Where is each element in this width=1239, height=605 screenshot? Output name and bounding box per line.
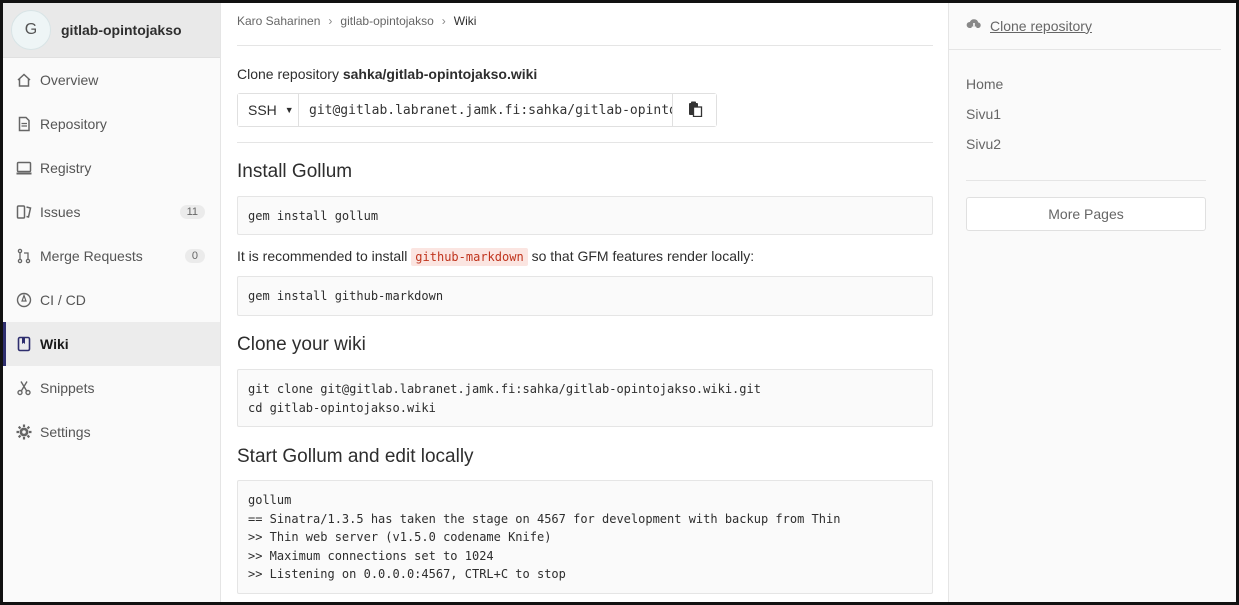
clone-wiki-code: git clone git@gitlab.labranet.jamk.fi:sa…: [237, 369, 933, 427]
caret-down-icon: ▼: [284, 105, 294, 115]
wiki-page-link-sivu1[interactable]: Sivu1: [966, 106, 1001, 122]
install-gollum-code: gem install gollum: [237, 196, 933, 235]
gear-icon: [16, 424, 32, 440]
clipboard-icon: [687, 101, 703, 120]
chevron-right-icon: ›: [441, 14, 446, 28]
project-sidebar: G gitlab-opintojakso Overview Repository: [3, 3, 221, 602]
sidebar-item-label: Registry: [40, 160, 92, 176]
wiki-page-link-home[interactable]: Home: [966, 76, 1003, 92]
sidebar-item-registry[interactable]: Registry: [3, 146, 220, 190]
copy-url-button[interactable]: [672, 94, 716, 126]
sidebar-item-label: Overview: [40, 72, 99, 88]
home-icon: [16, 72, 32, 88]
sidebar-item-merge-requests[interactable]: Merge Requests 0: [3, 234, 220, 278]
wiki-sidebar: Clone repository Home Sivu1 Sivu2 More P…: [948, 3, 1236, 602]
merge-icon: [16, 248, 32, 264]
recommend-prefix: It is recommended to install: [237, 248, 408, 264]
project-avatar: G: [11, 10, 51, 50]
doc-icon: [16, 116, 32, 132]
github-markdown-code: github-markdown: [411, 248, 528, 266]
breadcrumb-project[interactable]: gitlab-opintojakso: [340, 14, 433, 28]
chevron-right-icon: ›: [328, 14, 333, 28]
sidebar-item-wiki[interactable]: Wiki: [3, 322, 220, 366]
clone-repo-name: sahka/gitlab-opintojakso.wiki: [342, 66, 538, 82]
project-header[interactable]: G gitlab-opintojakso: [3, 3, 220, 58]
rocket-icon: [16, 292, 32, 308]
sidebar-item-ci-cd[interactable]: CI / CD: [3, 278, 220, 322]
sidebar-item-snippets[interactable]: Snippets: [3, 366, 220, 410]
divider: [949, 49, 1221, 50]
clone-repository-title: Clone repository sahka/gitlab-opintojaks…: [237, 66, 537, 82]
project-name: gitlab-opintojakso: [61, 22, 182, 38]
recommend-paragraph: It is recommended to install github-mark…: [237, 248, 755, 266]
sidebar-item-label: CI / CD: [40, 292, 86, 308]
start-gollum-heading: Start Gollum and edit locally: [237, 446, 474, 467]
clone-wiki-heading: Clone your wiki: [237, 334, 366, 355]
browser-frame: G gitlab-opintojakso Overview Repository: [0, 0, 1239, 605]
more-pages-button[interactable]: More Pages: [966, 197, 1206, 231]
install-gollum-heading: Install Gollum: [237, 161, 353, 182]
scissors-icon: [16, 380, 32, 396]
breadcrumb-current[interactable]: Wiki: [454, 14, 477, 28]
protocol-label: SSH: [248, 102, 277, 118]
sidebar-item-label: Merge Requests: [40, 248, 143, 264]
sidebar-nav: Overview Repository Registry Issues 11 M…: [3, 58, 220, 454]
issues-count-badge: 11: [179, 205, 205, 219]
container-icon: [16, 160, 32, 176]
breadcrumb: Karo Saharinen › gitlab-opintojakso › Wi…: [237, 14, 476, 28]
sidebar-item-issues[interactable]: Issues 11: [3, 190, 220, 234]
sidebar-item-label: Wiki: [40, 336, 69, 352]
clone-title-prefix: Clone repository: [237, 66, 339, 82]
sidebar-item-label: Settings: [40, 424, 91, 440]
clone-link-label: Clone repository: [990, 17, 1092, 34]
book-icon: [16, 336, 32, 352]
protocol-dropdown[interactable]: SSH ▼: [238, 94, 299, 126]
divider: [237, 142, 933, 143]
sidebar-item-label: Snippets: [40, 380, 95, 396]
sidebar-item-repository[interactable]: Repository: [3, 102, 220, 146]
breadcrumb-user[interactable]: Karo Saharinen: [237, 14, 320, 28]
start-gollum-code: gollum == Sinatra/1.3.5 has taken the st…: [237, 480, 933, 594]
issues-icon: [16, 204, 32, 220]
clone-repository-link[interactable]: Clone repository: [966, 17, 1092, 34]
install-markdown-code: gem install github-markdown: [237, 276, 933, 316]
sidebar-item-label: Issues: [40, 204, 81, 220]
recommend-suffix: so that GFM features render locally:: [531, 248, 755, 264]
divider: [966, 180, 1206, 181]
sidebar-item-overview[interactable]: Overview: [3, 58, 220, 102]
cloud-download-icon: [966, 17, 990, 34]
merge-requests-count-badge: 0: [184, 249, 205, 263]
main-content: Karo Saharinen › gitlab-opintojakso › Wi…: [222, 3, 948, 602]
wiki-page-link-sivu2[interactable]: Sivu2: [966, 136, 1001, 152]
sidebar-item-settings[interactable]: Settings: [3, 410, 220, 454]
divider: [237, 45, 933, 46]
sidebar-item-label: Repository: [40, 116, 107, 132]
clone-url-group: SSH ▼ git@gitlab.labranet.jamk.fi:sahka/…: [237, 93, 717, 127]
clone-url-input[interactable]: git@gitlab.labranet.jamk.fi:sahka/gitlab…: [299, 94, 672, 126]
